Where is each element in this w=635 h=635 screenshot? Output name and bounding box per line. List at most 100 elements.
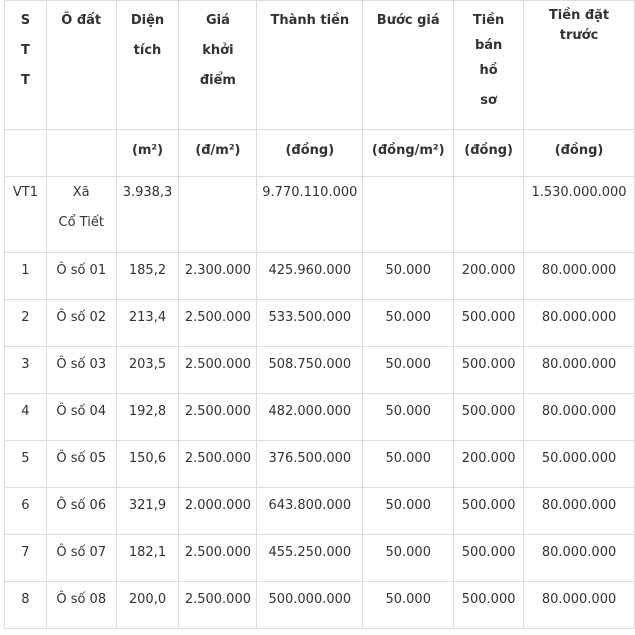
auction-table: S T T Ô đất Diện tích Giá khởi điểm Thàn… bbox=[4, 0, 635, 629]
cell-stt: 1 bbox=[4, 252, 47, 300]
cell-buoc-gia: 50.000 bbox=[362, 581, 455, 629]
group-o-dat-line: Cổ Tiết bbox=[58, 215, 104, 230]
cell-thanh-tien: 482.000.000 bbox=[256, 393, 364, 441]
cell-dien-tich: 150,6 bbox=[115, 440, 180, 488]
group-tien-ban-ho-so bbox=[453, 176, 525, 253]
table-row: 8Ô số 08 200,0 2.500.000 500.000.000 50.000 5… bbox=[4, 581, 635, 629]
cell-tien-dat-truoc: 80.000.000 bbox=[523, 534, 635, 582]
header-ho-so-line: hồ bbox=[479, 63, 498, 78]
cell-o-dat: Ô số 03 bbox=[45, 346, 117, 394]
cell-thanh-tien: 533.500.000 bbox=[256, 299, 364, 347]
header-dien-tich-line: Diện bbox=[130, 13, 165, 28]
table-row: 6Ô số 06 321,9 2.000.000 643.800.000 50.000 5… bbox=[4, 487, 635, 535]
header-gia-line: khởi bbox=[202, 43, 234, 58]
cell-dien-tich: 321,9 bbox=[115, 487, 180, 535]
cell-o-dat: Ô số 02 bbox=[45, 299, 117, 347]
cell-stt: 4 bbox=[4, 393, 47, 441]
cell-o-dat: Ô số 04 bbox=[45, 393, 117, 441]
table-row: 1Ô số 01 185,2 2.300.000 425.960.000 50.000 2… bbox=[4, 252, 635, 300]
cell-gia-khoi-diem: 2.500.000 bbox=[178, 440, 258, 488]
unit-cell bbox=[4, 129, 47, 177]
table-row: 5Ô số 05 150,6 2.500.000 376.500.000 50.000 2… bbox=[4, 440, 635, 488]
header-dat-truoc-line: trước bbox=[559, 28, 599, 43]
header-tien-dat-truoc: Tiền đặt trước bbox=[523, 0, 635, 130]
cell-thanh-tien: 643.800.000 bbox=[256, 487, 364, 535]
header-ho-so-line: sơ bbox=[480, 93, 497, 108]
header-stt-line: T bbox=[21, 43, 30, 58]
header-tien-ban-ho-so: Tiền bán hồ sơ bbox=[453, 0, 525, 130]
header-buoc-gia: Bước giá bbox=[362, 0, 455, 130]
cell-tien-ban-ho-so: 200.000 bbox=[453, 252, 525, 300]
unit-cell bbox=[45, 129, 117, 177]
header-thanh-tien-label: Thành tiền bbox=[270, 13, 350, 28]
header-gia-line: Giá bbox=[205, 13, 230, 28]
cell-o-dat: Ô số 08 bbox=[45, 581, 117, 629]
unit-cell: (đồng) bbox=[256, 129, 364, 177]
cell-buoc-gia: 50.000 bbox=[362, 440, 455, 488]
header-dien-tich-line: tích bbox=[133, 43, 162, 58]
unit-cell: (m²) bbox=[115, 129, 180, 177]
cell-tien-ban-ho-so: 500.000 bbox=[453, 581, 525, 629]
cell-gia-khoi-diem: 2.500.000 bbox=[178, 346, 258, 394]
header-dien-tich: Diện tích bbox=[115, 0, 180, 130]
group-thanh-tien: 9.770.110.000 bbox=[256, 176, 364, 253]
cell-tien-dat-truoc: 80.000.000 bbox=[523, 487, 635, 535]
cell-dien-tich: 192,8 bbox=[115, 393, 180, 441]
header-stt-line: T bbox=[21, 73, 30, 88]
cell-gia-khoi-diem: 2.500.000 bbox=[178, 534, 258, 582]
cell-dien-tich: 185,2 bbox=[115, 252, 180, 300]
cell-buoc-gia: 50.000 bbox=[362, 252, 455, 300]
cell-buoc-gia: 50.000 bbox=[362, 393, 455, 441]
group-tien-dat-truoc: 1.530.000.000 bbox=[523, 176, 635, 253]
cell-o-dat: Ô số 06 bbox=[45, 487, 117, 535]
table-row: 2Ô số 02 213,4 2.500.000 533.500.000 50.000 5… bbox=[4, 299, 635, 347]
header-ho-so-line: Tiền bbox=[472, 13, 505, 28]
cell-tien-dat-truoc: 80.000.000 bbox=[523, 252, 635, 300]
cell-thanh-tien: 455.250.000 bbox=[256, 534, 364, 582]
header-gia-khoi-diem: Giá khởi điểm bbox=[178, 0, 258, 130]
cell-tien-ban-ho-so: 500.000 bbox=[453, 487, 525, 535]
cell-gia-khoi-diem: 2.500.000 bbox=[178, 393, 258, 441]
cell-thanh-tien: 425.960.000 bbox=[256, 252, 364, 300]
header-o-dat: Ô đất bbox=[45, 0, 117, 130]
cell-gia-khoi-diem: 2.500.000 bbox=[178, 299, 258, 347]
cell-thanh-tien: 376.500.000 bbox=[256, 440, 364, 488]
header-gia-line: điểm bbox=[199, 73, 236, 88]
header-stt: S T T bbox=[4, 0, 47, 130]
cell-stt: 5 bbox=[4, 440, 47, 488]
cell-tien-ban-ho-so: 200.000 bbox=[453, 440, 525, 488]
cell-dien-tich: 203,5 bbox=[115, 346, 180, 394]
cell-dien-tich: 182,1 bbox=[115, 534, 180, 582]
group-gia-khoi-diem bbox=[178, 176, 258, 253]
unit-cell: (đồng) bbox=[523, 129, 635, 177]
cell-tien-dat-truoc: 50.000.000 bbox=[523, 440, 635, 488]
cell-tien-ban-ho-so: 500.000 bbox=[453, 299, 525, 347]
cell-buoc-gia: 50.000 bbox=[362, 346, 455, 394]
header-thanh-tien: Thành tiền bbox=[256, 0, 364, 130]
cell-thanh-tien: 500.000.000 bbox=[256, 581, 364, 629]
cell-o-dat: Ô số 01 bbox=[45, 252, 117, 300]
cell-o-dat: Ô số 05 bbox=[45, 440, 117, 488]
group-buoc-gia bbox=[362, 176, 455, 253]
cell-stt: 8 bbox=[4, 581, 47, 629]
cell-stt: 6 bbox=[4, 487, 47, 535]
group-stt: VT1 bbox=[4, 176, 47, 253]
cell-gia-khoi-diem: 2.000.000 bbox=[178, 487, 258, 535]
cell-tien-ban-ho-so: 500.000 bbox=[453, 534, 525, 582]
cell-tien-ban-ho-so: 500.000 bbox=[453, 393, 525, 441]
cell-tien-ban-ho-so: 500.000 bbox=[453, 346, 525, 394]
cell-buoc-gia: 50.000 bbox=[362, 487, 455, 535]
group-o-dat: Xã Cổ Tiết bbox=[45, 176, 117, 253]
cell-gia-khoi-diem: 2.300.000 bbox=[178, 252, 258, 300]
group-row: VT1 Xã Cổ Tiết 3.938,3 9.770.110.000 1.5… bbox=[4, 176, 635, 253]
cell-thanh-tien: 508.750.000 bbox=[256, 346, 364, 394]
unit-cell: (đ/m²) bbox=[178, 129, 258, 177]
header-row: S T T Ô đất Diện tích Giá khởi điểm Thàn… bbox=[4, 0, 635, 130]
cell-dien-tich: 213,4 bbox=[115, 299, 180, 347]
cell-stt: 3 bbox=[4, 346, 47, 394]
header-o-dat-label: Ô đất bbox=[61, 13, 102, 28]
cell-o-dat: Ô số 07 bbox=[45, 534, 117, 582]
cell-buoc-gia: 50.000 bbox=[362, 534, 455, 582]
unit-cell: (đồng) bbox=[453, 129, 525, 177]
group-dien-tich: 3.938,3 bbox=[115, 176, 180, 253]
